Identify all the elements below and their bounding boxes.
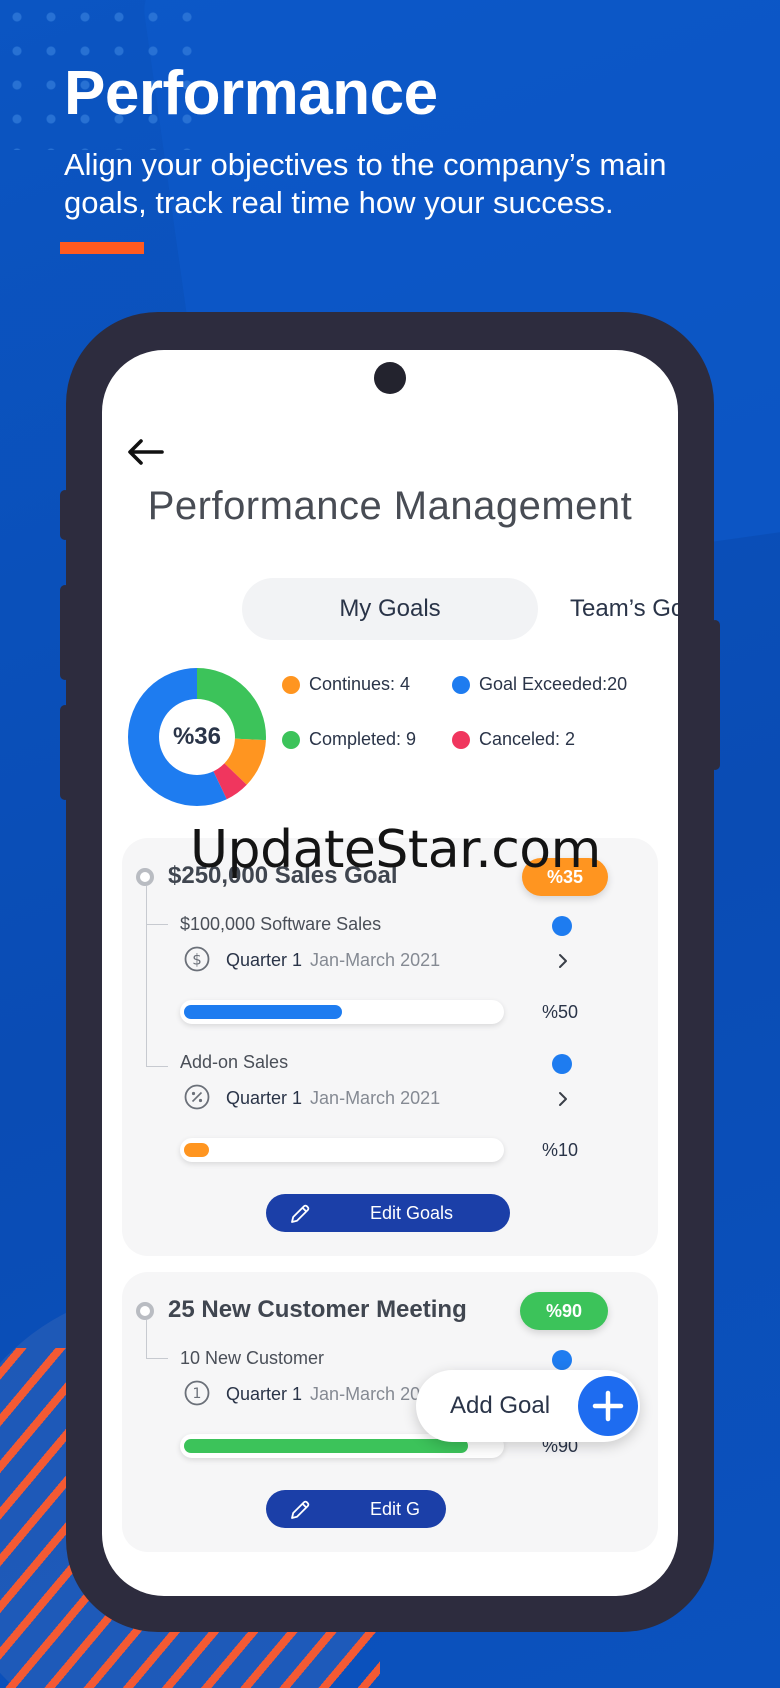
accent-bar xyxy=(60,242,144,254)
tab-teams-goals[interactable]: Team’s Go xyxy=(570,578,678,640)
legend-label: Canceled: 2 xyxy=(479,729,576,749)
progress-fill xyxy=(184,1439,468,1453)
overall-percent: %36 xyxy=(172,723,222,750)
subgoal-name: Add-on Sales xyxy=(180,1052,289,1072)
quarter-label: Quarter 1 xyxy=(226,1384,303,1404)
subgoal-name: $100,000 Software Sales xyxy=(180,914,382,934)
edit-goals-button[interactable]: Edit Goals xyxy=(266,1194,510,1232)
progress-percent: %50 xyxy=(542,1002,579,1022)
progress-percent: %10 xyxy=(542,1140,579,1160)
hero-title: Performance xyxy=(64,59,438,128)
add-goal-label: Add Goal xyxy=(450,1392,551,1419)
tree-branch xyxy=(146,1358,168,1359)
progress-fill xyxy=(184,1005,342,1019)
pencil-icon xyxy=(291,1500,310,1519)
phone-frame: Performance Management My Goals Team’s G… xyxy=(66,312,714,1632)
subgoal-period: Quarter 1 Jan-March 2021 xyxy=(226,950,440,971)
plus-icon[interactable] xyxy=(578,1376,638,1436)
legend-dot-canceled xyxy=(452,730,470,749)
goal-card[interactable]: $250,000 Sales Goal %35 $100,000 Softwar… xyxy=(122,838,658,1256)
svg-text:$: $ xyxy=(192,951,202,969)
quarter-label: Quarter 1 xyxy=(226,950,303,970)
edit-goals-label: Edit G xyxy=(370,1498,421,1519)
legend-completed: Completed: 9 xyxy=(282,729,416,750)
dollar-icon: $ xyxy=(184,946,210,972)
quarter-label: Quarter 1 xyxy=(226,1088,303,1108)
goal-percent-badge: %90 xyxy=(520,1292,608,1330)
legend-dot-goal-exceeded xyxy=(452,675,470,694)
tab-my-goals[interactable]: My Goals xyxy=(242,578,538,640)
tree-branch xyxy=(146,1066,168,1067)
date-range: Jan-March 2021 xyxy=(310,950,441,970)
edit-goals-button[interactable]: Edit G xyxy=(266,1490,446,1528)
back-arrow-icon[interactable] xyxy=(126,438,166,466)
progress-track xyxy=(180,1000,504,1024)
tree-line xyxy=(146,1320,147,1358)
legend-label: Goal Exceeded:20 xyxy=(479,674,628,694)
phone-screen: Performance Management My Goals Team’s G… xyxy=(102,350,678,1596)
subgoal-period: Quarter 1 Jan-March 2021 xyxy=(226,1088,440,1109)
subgoal-name: 10 New Customer xyxy=(180,1348,325,1368)
legend-goal-exceeded: Goal Exceeded:20 xyxy=(452,674,627,695)
progress-track xyxy=(180,1138,504,1162)
subgoal-status-dot xyxy=(552,916,572,936)
edit-goals-label: Edit Goals xyxy=(370,1202,454,1223)
legend-dot-continues xyxy=(282,675,300,694)
hero-subtitle: Align your objectives to the company’s m… xyxy=(64,147,667,220)
subgoal-status-dot xyxy=(552,1350,572,1370)
watermark-text: UpdateStar.com xyxy=(190,820,601,880)
legend-canceled: Canceled: 2 xyxy=(452,729,575,750)
goal-status-ring-icon xyxy=(136,868,154,886)
goal-status-ring-icon xyxy=(136,1302,154,1320)
chevron-right-icon[interactable] xyxy=(556,1090,570,1108)
goal-title: 25 New Customer Meeting xyxy=(168,1296,467,1323)
camera-icon xyxy=(374,362,406,394)
number-one-icon: 1 xyxy=(184,1380,210,1406)
page-title: Performance Management xyxy=(147,484,633,528)
subgoal-period: Quarter 1 Jan-March 2021 xyxy=(226,1384,440,1405)
pencil-icon xyxy=(291,1204,310,1223)
date-range: Jan-March 2021 xyxy=(310,1088,441,1108)
percent-icon xyxy=(184,1084,210,1110)
progress-fill xyxy=(184,1143,209,1157)
subgoal-status-dot xyxy=(552,1054,572,1074)
legend-continues: Continues: 4 xyxy=(282,674,410,695)
chevron-right-icon[interactable] xyxy=(556,952,570,970)
svg-text:1: 1 xyxy=(193,1386,202,1402)
tree-branch xyxy=(146,924,168,925)
tree-line xyxy=(146,886,147,1066)
legend-label: Completed: 9 xyxy=(309,729,417,749)
legend-label: Continues: 4 xyxy=(309,674,411,694)
add-goal-button[interactable]: Add Goal xyxy=(416,1370,640,1442)
legend-dot-completed xyxy=(282,730,300,749)
